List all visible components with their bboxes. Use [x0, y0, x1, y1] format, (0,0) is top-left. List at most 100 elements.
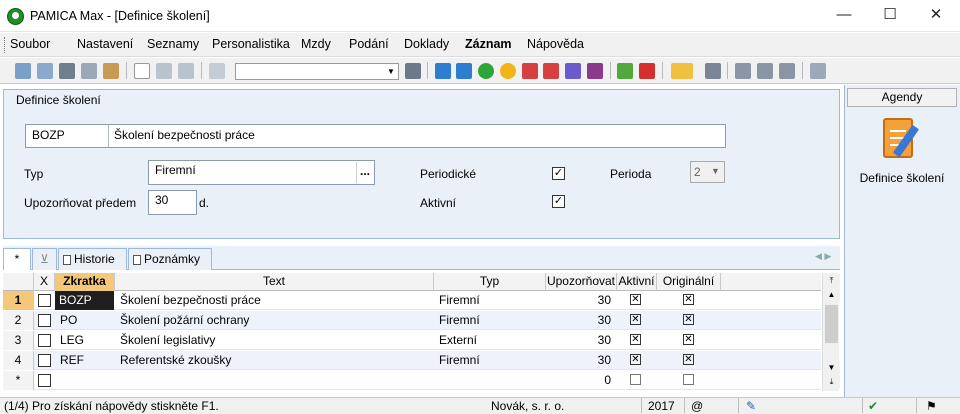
- report-icon[interactable]: [757, 63, 773, 79]
- pen-icon[interactable]: ✎: [746, 399, 756, 413]
- scrollbar-thumb[interactable]: [825, 305, 838, 343]
- row-checkbox[interactable]: [38, 374, 51, 387]
- flag-icon[interactable]: ⚑: [926, 399, 937, 413]
- tab-historie[interactable]: Historie: [58, 248, 127, 270]
- copy-record-icon[interactable]: [37, 63, 53, 79]
- aktivni-checkbox[interactable]: ✓: [552, 195, 565, 208]
- cell-typ[interactable]: Firemní: [439, 291, 480, 310]
- list-icon[interactable]: [735, 63, 751, 79]
- export-icon[interactable]: [103, 63, 119, 79]
- cell-zkratka[interactable]: BOZP: [55, 291, 114, 310]
- menu-doklady[interactable]: Doklady: [404, 37, 449, 51]
- report2-icon[interactable]: [779, 63, 795, 79]
- print-preview-icon[interactable]: [81, 63, 97, 79]
- person-green-icon[interactable]: [478, 63, 494, 79]
- help-pointer-icon[interactable]: [810, 63, 826, 79]
- cell-originalni-checked[interactable]: ✕: [683, 294, 694, 305]
- folder-icon[interactable]: [671, 63, 693, 79]
- cell-aktivni-checked[interactable]: ✕: [630, 354, 641, 365]
- row-checkbox[interactable]: [38, 294, 51, 307]
- flag-red-icon[interactable]: [639, 63, 655, 79]
- cell-text[interactable]: Školení požární ochrany: [120, 311, 249, 330]
- scroll-bottom-icon[interactable]: ⤓: [823, 375, 840, 388]
- new-record-icon[interactable]: [15, 63, 31, 79]
- person-yellow-icon[interactable]: [500, 63, 516, 79]
- toolbar-combo[interactable]: ▼: [235, 63, 399, 80]
- header-aktivni[interactable]: Aktivní: [617, 273, 657, 291]
- flag-green-icon[interactable]: [617, 63, 633, 79]
- header-typ[interactable]: Typ: [434, 273, 546, 291]
- tab-all[interactable]: *: [3, 248, 31, 270]
- agenda-item-label[interactable]: Definice školení: [847, 171, 957, 185]
- maximize-button[interactable]: ☐: [867, 0, 913, 31]
- new-row[interactable]: [3, 371, 821, 390]
- cell-originalni-unchecked[interactable]: [683, 374, 694, 385]
- cell-aktivni-checked[interactable]: ✕: [630, 334, 641, 345]
- paste-icon[interactable]: [209, 63, 225, 79]
- m-violet-icon[interactable]: [587, 63, 603, 79]
- row-checkbox[interactable]: [38, 314, 51, 327]
- menu-mzdy[interactable]: Mzdy: [301, 37, 331, 51]
- header-text[interactable]: Text: [115, 273, 434, 291]
- cell-aktivni-checked[interactable]: ✕: [630, 314, 641, 325]
- cell-zkratka[interactable]: PO: [60, 311, 77, 330]
- m-purple-icon[interactable]: [565, 63, 581, 79]
- menu-soubor[interactable]: Soubor: [10, 37, 50, 51]
- filter-icon[interactable]: [405, 63, 421, 79]
- tab-filter[interactable]: ⊻: [32, 248, 57, 270]
- blank-doc-icon[interactable]: [134, 63, 150, 79]
- header-x[interactable]: X: [34, 273, 55, 291]
- cell-upozornovat[interactable]: 30: [546, 291, 611, 310]
- row-checkbox[interactable]: [38, 334, 51, 347]
- close-button[interactable]: ✕: [913, 0, 959, 31]
- scroll-top-icon[interactable]: ⤒: [823, 274, 840, 287]
- cell-zkratka[interactable]: LEG: [60, 331, 84, 350]
- print-icon[interactable]: [59, 63, 75, 79]
- row-number[interactable]: 4: [3, 351, 34, 370]
- typ-browse-button[interactable]: ...: [356, 162, 373, 183]
- header-zkratka[interactable]: Zkratka: [55, 273, 115, 291]
- row-number[interactable]: 1: [3, 291, 34, 310]
- cell-upozornovat[interactable]: 30: [546, 311, 611, 330]
- cell-text[interactable]: Školení bezpečnosti práce: [120, 291, 261, 310]
- minimize-button[interactable]: —: [821, 0, 867, 31]
- row-number[interactable]: 2: [3, 311, 34, 330]
- row-number[interactable]: *: [3, 371, 34, 390]
- scroll-down-icon[interactable]: ▼: [823, 361, 840, 374]
- header-originalni[interactable]: Originální: [657, 273, 721, 291]
- cell-text[interactable]: Školení legislativy: [120, 331, 215, 350]
- menu-napoveda[interactable]: Nápověda: [527, 37, 584, 51]
- scroll-up-icon[interactable]: ▲: [823, 288, 840, 301]
- cell-typ[interactable]: Firemní: [439, 311, 480, 330]
- m-red-icon[interactable]: [522, 63, 538, 79]
- menu-podani[interactable]: Podání: [349, 37, 389, 51]
- save-icon[interactable]: [156, 63, 172, 79]
- menu-nastaveni[interactable]: Nastavení: [77, 37, 133, 51]
- ok-check-icon[interactable]: ✔: [868, 399, 878, 413]
- menu-personalistika[interactable]: Personalistika: [212, 37, 290, 51]
- cell-zkratka[interactable]: REF: [60, 351, 84, 370]
- m-red2-icon[interactable]: [543, 63, 559, 79]
- cell-originalni-checked[interactable]: ✕: [683, 354, 694, 365]
- agendy-header[interactable]: Agendy: [847, 88, 957, 107]
- cell-typ[interactable]: Firemní: [439, 351, 480, 370]
- save-as-icon[interactable]: [178, 63, 194, 79]
- header-upozornovat[interactable]: Upozorňovat: [546, 273, 617, 291]
- cell-typ[interactable]: Externí: [439, 331, 477, 350]
- menu-zaznam[interactable]: Záznam: [465, 37, 512, 51]
- grid-scrollbar[interactable]: ⤒ ▲ ▼ ⤓: [822, 273, 840, 391]
- periodicke-checkbox[interactable]: ✓: [552, 167, 565, 180]
- cell-text[interactable]: Referentské zkoušky: [120, 351, 231, 370]
- m-blue-icon[interactable]: [435, 63, 451, 79]
- cell-aktivni-checked[interactable]: ✕: [630, 294, 641, 305]
- cell-originalni-checked[interactable]: ✕: [683, 334, 694, 345]
- row-checkbox[interactable]: [38, 354, 51, 367]
- cell-upozornovat[interactable]: 0: [546, 371, 611, 390]
- row-number[interactable]: 3: [3, 331, 34, 350]
- calculator-icon[interactable]: [705, 63, 721, 79]
- tab-scroll-arrows[interactable]: ◀ ▶: [815, 251, 831, 262]
- cell-upozornovat[interactable]: 30: [546, 331, 611, 350]
- cell-upozornovat[interactable]: 30: [546, 351, 611, 370]
- person-blue-icon[interactable]: [456, 63, 472, 79]
- cell-aktivni-unchecked[interactable]: [630, 374, 641, 385]
